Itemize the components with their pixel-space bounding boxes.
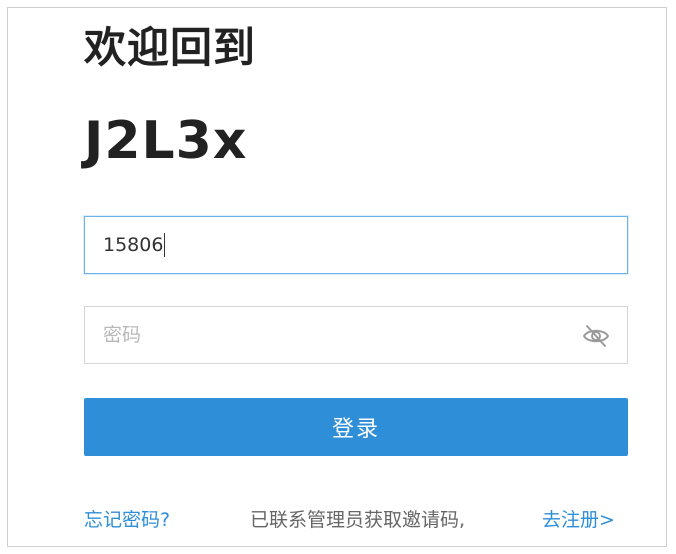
register-link[interactable]: 去注册> <box>542 506 615 534</box>
phone-value[interactable]: 15806 <box>103 234 163 256</box>
phone-field[interactable]: 15806 <box>84 216 628 274</box>
text-cursor <box>164 233 166 257</box>
forgot-password-link[interactable]: 忘记密码? <box>84 506 170 534</box>
login-button[interactable]: 登录 <box>84 398 628 456</box>
password-input[interactable] <box>103 307 609 363</box>
brand-title: J2L3x <box>84 111 248 171</box>
eye-off-icon[interactable] <box>581 322 611 350</box>
welcome-heading: 欢迎回到 <box>84 23 257 72</box>
invite-hint-text: 已联系管理员获取邀请码, <box>250 509 466 531</box>
password-field[interactable] <box>84 306 628 364</box>
login-panel <box>7 7 667 547</box>
